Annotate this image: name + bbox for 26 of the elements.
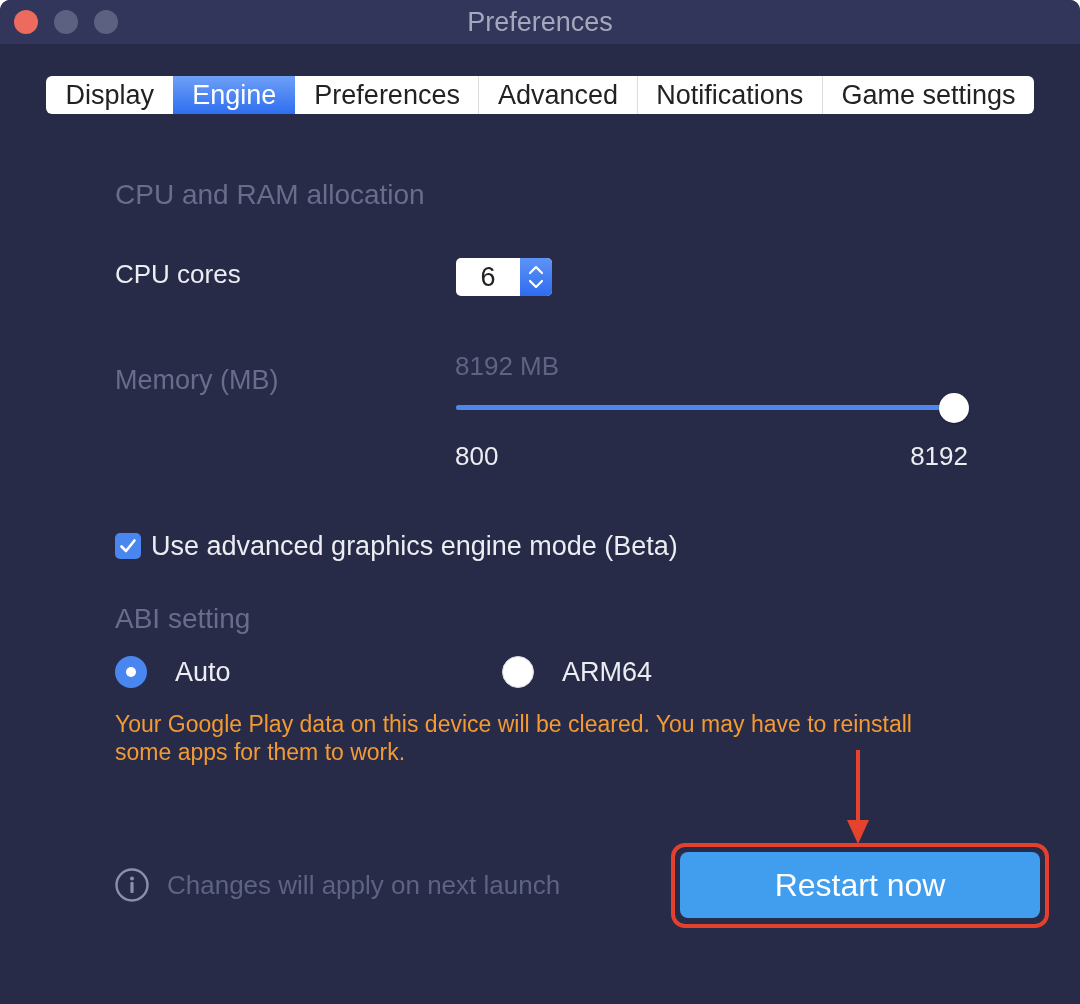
memory-reading: 8192 MB xyxy=(455,351,561,381)
section-heading: ABI setting xyxy=(115,602,252,636)
tab[interactable]: Preferences xyxy=(294,76,479,114)
tab[interactable]: Display xyxy=(46,76,173,114)
tab[interactable]: Game settings xyxy=(821,76,1034,114)
tab[interactable]: Advanced xyxy=(478,76,637,114)
cpu-cores-label: CPU cores xyxy=(115,258,242,290)
checkbox[interactable] xyxy=(115,533,141,559)
footer-note: Changes will apply on next launch xyxy=(167,869,561,901)
cpu-cores-stepper[interactable]: 6 xyxy=(456,258,552,296)
tab[interactable]: Notifications xyxy=(636,76,822,114)
section-heading: CPU and RAM allocation xyxy=(115,178,426,212)
info-icon xyxy=(115,868,149,902)
radio-button[interactable] xyxy=(502,656,534,688)
radio-button[interactable] xyxy=(115,656,147,688)
close-icon[interactable] xyxy=(14,10,38,34)
window-title: Preferences xyxy=(467,6,613,38)
checkbox-label: Use advanced graphics engine mode (Beta) xyxy=(151,530,678,562)
slider-min-label: 800 xyxy=(455,441,499,471)
radio-label: Auto xyxy=(175,656,231,688)
warning-text: Your Google Play data on this device will be cleared. You may have to reinstall some apps for them to work. xyxy=(115,710,913,766)
slider-max-label: 8192 xyxy=(910,441,968,471)
slider-thumb[interactable] xyxy=(939,393,969,423)
stepper-arrows-icon[interactable] xyxy=(520,258,552,296)
memory-label: Memory (MB) xyxy=(115,364,280,397)
radio-label: ARM64 xyxy=(562,656,653,688)
